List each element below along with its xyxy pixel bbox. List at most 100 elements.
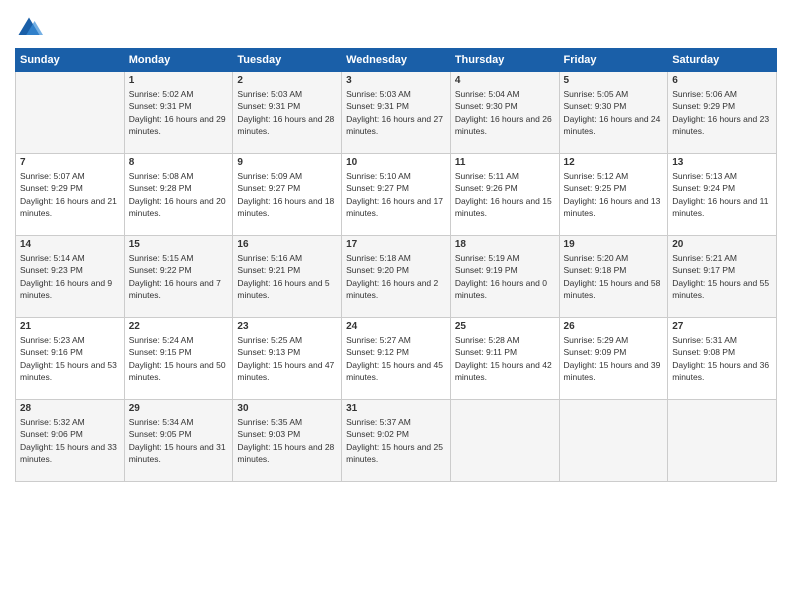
day-number: 12	[564, 157, 664, 168]
day-cell: 27Sunrise: 5:31 AMSunset: 9:08 PMDayligh…	[668, 318, 777, 400]
sunrise-text: Sunrise: 5:32 AM	[20, 416, 120, 428]
day-number: 10	[346, 157, 446, 168]
sunrise-text: Sunrise: 5:28 AM	[455, 334, 555, 346]
sunset-text: Sunset: 9:25 PM	[564, 182, 664, 194]
sunset-text: Sunset: 9:18 PM	[564, 264, 664, 276]
calendar-table: Sunday Monday Tuesday Wednesday Thursday…	[15, 48, 777, 482]
day-cell: 8Sunrise: 5:08 AMSunset: 9:28 PMDaylight…	[124, 154, 233, 236]
day-number: 30	[237, 403, 337, 414]
week-row-1: 1Sunrise: 5:02 AMSunset: 9:31 PMDaylight…	[16, 72, 777, 154]
day-number: 17	[346, 239, 446, 250]
day-info: Sunrise: 5:08 AMSunset: 9:28 PMDaylight:…	[129, 170, 229, 219]
day-cell: 17Sunrise: 5:18 AMSunset: 9:20 PMDayligh…	[342, 236, 451, 318]
daylight-text: Daylight: 16 hours and 28 minutes.	[237, 113, 337, 138]
day-info: Sunrise: 5:15 AMSunset: 9:22 PMDaylight:…	[129, 252, 229, 301]
sunset-text: Sunset: 9:29 PM	[672, 100, 772, 112]
day-cell: 5Sunrise: 5:05 AMSunset: 9:30 PMDaylight…	[559, 72, 668, 154]
day-number: 19	[564, 239, 664, 250]
day-cell: 31Sunrise: 5:37 AMSunset: 9:02 PMDayligh…	[342, 400, 451, 482]
day-info: Sunrise: 5:37 AMSunset: 9:02 PMDaylight:…	[346, 416, 446, 465]
day-number: 18	[455, 239, 555, 250]
day-cell	[16, 72, 125, 154]
week-row-5: 28Sunrise: 5:32 AMSunset: 9:06 PMDayligh…	[16, 400, 777, 482]
day-info: Sunrise: 5:35 AMSunset: 9:03 PMDaylight:…	[237, 416, 337, 465]
day-number: 2	[237, 75, 337, 86]
day-cell: 3Sunrise: 5:03 AMSunset: 9:31 PMDaylight…	[342, 72, 451, 154]
sunset-text: Sunset: 9:31 PM	[129, 100, 229, 112]
sunrise-text: Sunrise: 5:02 AM	[129, 88, 229, 100]
day-info: Sunrise: 5:10 AMSunset: 9:27 PMDaylight:…	[346, 170, 446, 219]
col-wednesday: Wednesday	[342, 49, 451, 72]
sunset-text: Sunset: 9:31 PM	[346, 100, 446, 112]
sunrise-text: Sunrise: 5:20 AM	[564, 252, 664, 264]
day-cell: 2 Sunrise: 5:03 AMSunset: 9:31 PMDaylight…	[233, 72, 342, 154]
day-info: Sunrise: 5:32 AMSunset: 9:06 PMDaylight:…	[20, 416, 120, 465]
daylight-text: Daylight: 15 hours and 47 minutes.	[237, 359, 337, 384]
daylight-text: Daylight: 15 hours and 42 minutes.	[455, 359, 555, 384]
day-cell: 23Sunrise: 5:25 AMSunset: 9:13 PMDayligh…	[233, 318, 342, 400]
day-number: 24	[346, 321, 446, 332]
day-number: 20	[672, 239, 772, 250]
daylight-text: Daylight: 16 hours and 29 minutes.	[129, 113, 229, 138]
daylight-text: Daylight: 16 hours and 24 minutes.	[564, 113, 664, 138]
sunrise-text: Sunrise: 5:03 AM	[346, 88, 446, 100]
daylight-text: Daylight: 15 hours and 36 minutes.	[672, 359, 772, 384]
day-cell: 13Sunrise: 5:13 AMSunset: 9:24 PMDayligh…	[668, 154, 777, 236]
day-cell	[668, 400, 777, 482]
sunset-text: Sunset: 9:30 PM	[564, 100, 664, 112]
day-cell: 24Sunrise: 5:27 AMSunset: 9:12 PMDayligh…	[342, 318, 451, 400]
sunrise-text: Sunrise: 5:10 AM	[346, 170, 446, 182]
header	[15, 10, 777, 42]
sunset-text: Sunset: 9:03 PM	[237, 428, 337, 440]
sunset-text: Sunset: 9:24 PM	[672, 182, 772, 194]
sunset-text: Sunset: 9:12 PM	[346, 346, 446, 358]
day-cell: 4Sunrise: 5:04 AMSunset: 9:30 PMDaylight…	[450, 72, 559, 154]
day-info: Sunrise: 5:03 AMSunset: 9:31 PMDaylight:…	[346, 88, 446, 137]
sunrise-text: Sunrise: 5:25 AM	[237, 334, 337, 346]
sunrise-text: Sunrise: 5:16 AM	[237, 252, 337, 264]
logo-icon	[15, 14, 43, 42]
daylight-text: Daylight: 15 hours and 39 minutes.	[564, 359, 664, 384]
day-number: 16	[237, 239, 337, 250]
sunset-text: Sunset: 9:16 PM	[20, 346, 120, 358]
day-cell: 26Sunrise: 5:29 AMSunset: 9:09 PMDayligh…	[559, 318, 668, 400]
sunset-text: Sunset: 9:13 PM	[237, 346, 337, 358]
sunset-text: Sunset: 9:11 PM	[455, 346, 555, 358]
day-info: Sunrise: 5:28 AMSunset: 9:11 PMDaylight:…	[455, 334, 555, 383]
day-info: Sunrise: 5:03 AMSunset: 9:31 PMDaylight:…	[237, 88, 337, 137]
daylight-text: Daylight: 16 hours and 5 minutes.	[237, 277, 337, 302]
week-row-3: 14Sunrise: 5:14 AMSunset: 9:23 PMDayligh…	[16, 236, 777, 318]
calendar-body: 1Sunrise: 5:02 AMSunset: 9:31 PMDaylight…	[16, 72, 777, 482]
sunrise-text: Sunrise: 5:09 AM	[237, 170, 337, 182]
week-row-2: 7Sunrise: 5:07 AMSunset: 9:29 PMDaylight…	[16, 154, 777, 236]
daylight-text: Daylight: 15 hours and 28 minutes.	[237, 441, 337, 466]
sunset-text: Sunset: 9:15 PM	[129, 346, 229, 358]
day-cell: 25Sunrise: 5:28 AMSunset: 9:11 PMDayligh…	[450, 318, 559, 400]
daylight-text: Daylight: 16 hours and 9 minutes.	[20, 277, 120, 302]
day-number: 6	[672, 75, 772, 86]
daylight-text: Daylight: 16 hours and 2 minutes.	[346, 277, 446, 302]
day-info: Sunrise: 5:12 AMSunset: 9:25 PMDaylight:…	[564, 170, 664, 219]
logo	[15, 14, 47, 42]
day-number: 15	[129, 239, 229, 250]
day-info: Sunrise: 5:20 AMSunset: 9:18 PMDaylight:…	[564, 252, 664, 301]
sunrise-text: Sunrise: 5:27 AM	[346, 334, 446, 346]
sunset-text: Sunset: 9:26 PM	[455, 182, 555, 194]
daylight-text: Daylight: 16 hours and 0 minutes.	[455, 277, 555, 302]
sunset-text: Sunset: 9:21 PM	[237, 264, 337, 276]
day-number: 14	[20, 239, 120, 250]
daylight-text: Daylight: 16 hours and 7 minutes.	[129, 277, 229, 302]
sunrise-text: Sunrise: 5:06 AM	[672, 88, 772, 100]
day-info: Sunrise: 5:07 AMSunset: 9:29 PMDaylight:…	[20, 170, 120, 219]
sunrise-text: Sunrise: 5:18 AM	[346, 252, 446, 264]
day-cell: 19 Sunrise: 5:20 AMSunset: 9:18 PMDayligh…	[559, 236, 668, 318]
daylight-text: Daylight: 16 hours and 26 minutes.	[455, 113, 555, 138]
sunrise-text: Sunrise: 5:04 AM	[455, 88, 555, 100]
daylight-text: Daylight: 16 hours and 15 minutes.	[455, 195, 555, 220]
daylight-text: Daylight: 15 hours and 50 minutes.	[129, 359, 229, 384]
col-sunday: Sunday	[16, 49, 125, 72]
daylight-text: Daylight: 16 hours and 17 minutes.	[346, 195, 446, 220]
day-number: 29	[129, 403, 229, 414]
sunset-text: Sunset: 9:08 PM	[672, 346, 772, 358]
day-info: Sunrise: 5:05 AMSunset: 9:30 PMDaylight:…	[564, 88, 664, 137]
